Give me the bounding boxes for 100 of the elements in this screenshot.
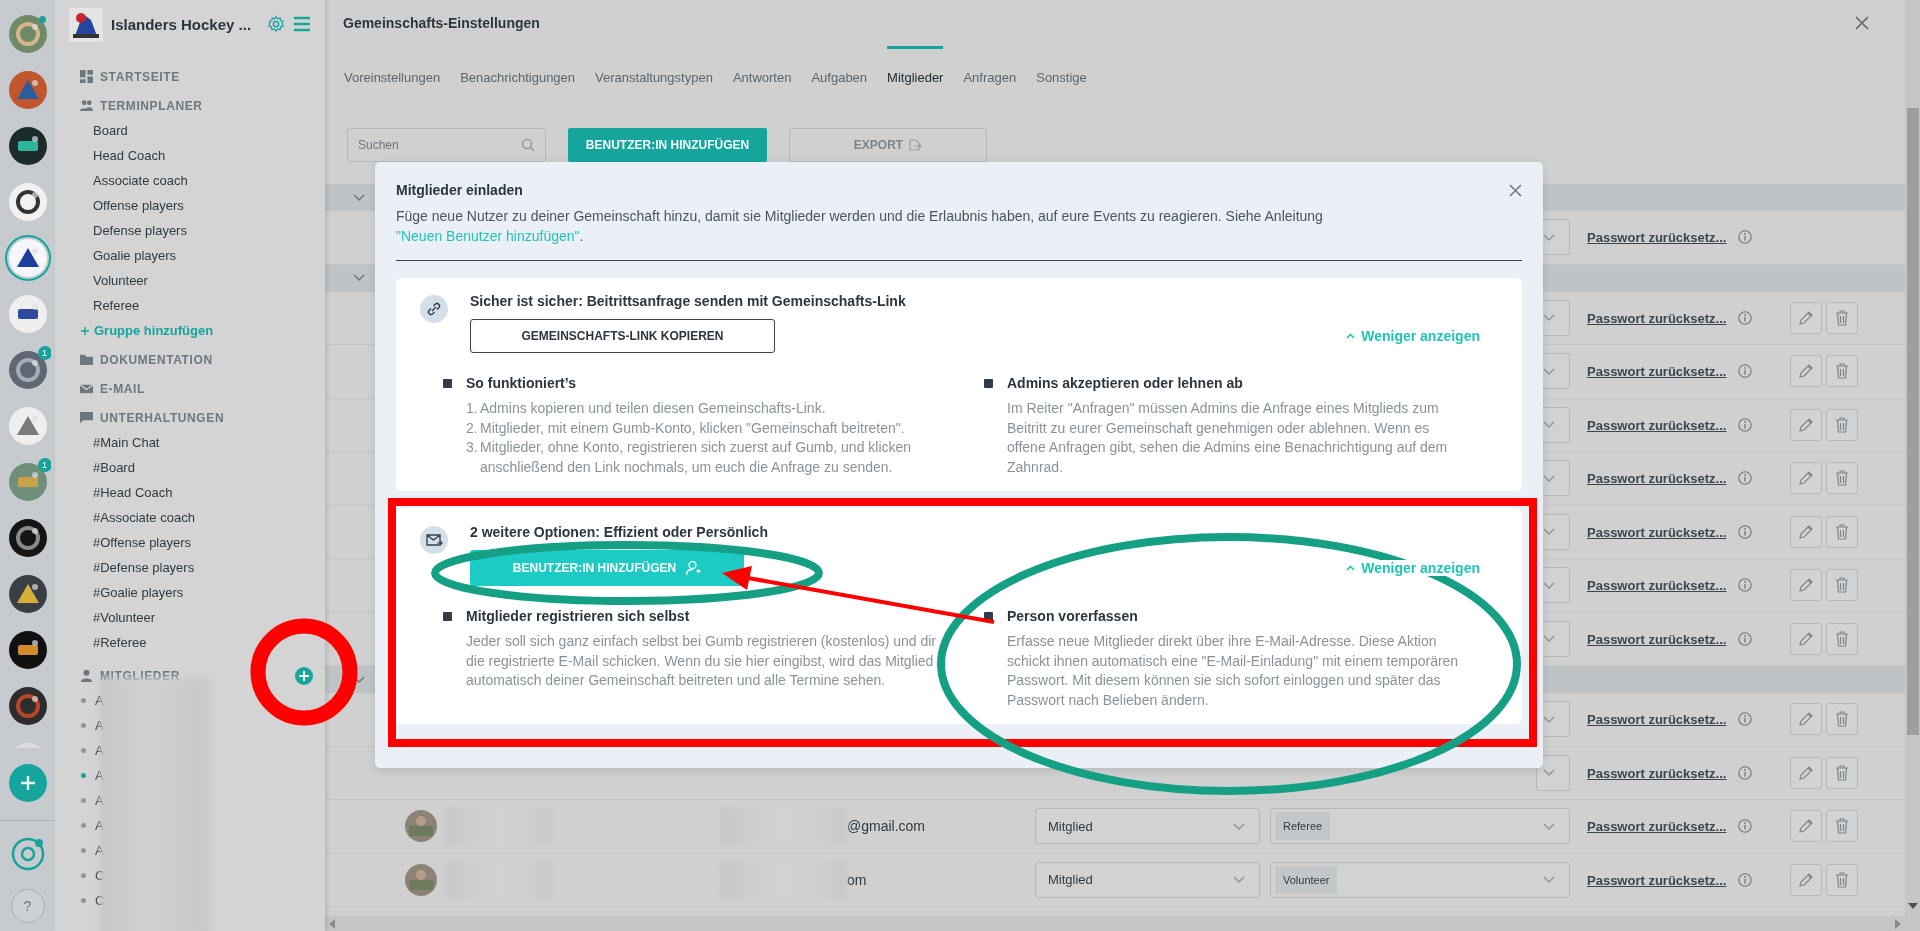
- nav-item[interactable]: Defense players: [55, 218, 325, 243]
- close-icon[interactable]: [1509, 183, 1522, 197]
- reset-password-link[interactable]: Passwort zurücksetz...: [1587, 524, 1727, 540]
- target-icon[interactable]: [9, 836, 46, 872]
- delete-button[interactable]: [1826, 515, 1858, 548]
- nav-item[interactable]: Board: [55, 118, 325, 143]
- info-icon[interactable]: [1738, 364, 1752, 379]
- edit-button[interactable]: [1790, 515, 1822, 548]
- reset-password-link[interactable]: Passwort zurücksetz...: [1587, 230, 1727, 246]
- add-member-button[interactable]: [295, 666, 313, 685]
- chevron-icon[interactable]: [353, 193, 365, 202]
- nav-item[interactable]: Offense players: [55, 193, 325, 218]
- nav-item[interactable]: #Associate coach: [55, 505, 325, 530]
- search-field[interactable]: Suchen: [358, 129, 521, 161]
- delete-button[interactable]: [1826, 569, 1858, 602]
- vertical-scrollbar[interactable]: [1905, 0, 1920, 931]
- reset-password-link[interactable]: Passwort zurücksetz...: [1587, 364, 1727, 380]
- delete-button[interactable]: [1826, 622, 1858, 655]
- delete-button[interactable]: [1826, 408, 1858, 441]
- nav-item[interactable]: #Head Coach: [55, 480, 325, 505]
- edit-button[interactable]: [1790, 355, 1822, 388]
- column-title: Admins akzeptieren oder lehnen ab: [1007, 374, 1244, 393]
- nav-item[interactable]: #Goalie players: [55, 580, 325, 605]
- info-icon[interactable]: [1738, 524, 1752, 539]
- tab[interactable]: Antworten: [732, 46, 792, 94]
- reset-password-link[interactable]: Passwort zurücksetz...: [1587, 872, 1727, 888]
- info-icon[interactable]: [1738, 712, 1752, 727]
- tab[interactable]: Voreinstellungen: [344, 46, 441, 94]
- info-icon[interactable]: [1738, 819, 1752, 834]
- nav-item[interactable]: #Main Chat: [55, 430, 325, 455]
- edit-button[interactable]: [1790, 569, 1822, 602]
- edit-button[interactable]: [1790, 863, 1822, 896]
- delete-button[interactable]: [1826, 301, 1858, 334]
- left-arrow-icon[interactable]: [329, 918, 335, 929]
- menu-icon[interactable]: [293, 16, 311, 32]
- group-select[interactable]: Referee: [1270, 808, 1570, 845]
- edit-button[interactable]: [1790, 622, 1822, 655]
- trash-icon: [1835, 711, 1849, 728]
- member-name[interactable]: C: [95, 868, 105, 883]
- nav-item[interactable]: #Volunteer: [55, 605, 325, 630]
- delete-button[interactable]: [1826, 462, 1858, 495]
- edit-button[interactable]: [1790, 810, 1822, 843]
- reset-password-link[interactable]: Passwort zurücksetz...: [1587, 578, 1727, 594]
- nav-item[interactable]: #Board: [55, 455, 325, 480]
- info-icon[interactable]: [1738, 872, 1752, 887]
- right-arrow-icon[interactable]: [1895, 918, 1901, 929]
- search-box[interactable]: Suchen: [347, 128, 546, 162]
- reset-password-link[interactable]: Passwort zurücksetz...: [1587, 819, 1727, 835]
- delete-button[interactable]: [1826, 810, 1858, 843]
- role-select[interactable]: Mitglied: [1035, 808, 1260, 845]
- nav-item[interactable]: Head Coach: [55, 143, 325, 168]
- edit-button[interactable]: [1790, 756, 1822, 789]
- tab[interactable]: Mitglieder: [887, 46, 944, 94]
- delete-button[interactable]: [1826, 355, 1858, 388]
- reset-password-link[interactable]: Passwort zurücksetz...: [1587, 765, 1727, 781]
- add-community-button[interactable]: [8, 764, 47, 802]
- nav-item[interactable]: #Defense players: [55, 555, 325, 580]
- info-icon[interactable]: [1738, 230, 1752, 245]
- nav-item[interactable]: #Referee: [55, 630, 325, 655]
- reset-password-link[interactable]: Passwort zurücksetz...: [1587, 631, 1727, 647]
- tab[interactable]: Veranstaltungstypen: [595, 46, 713, 94]
- info-icon[interactable]: [1738, 310, 1752, 325]
- settings-icon[interactable]: [267, 15, 285, 33]
- copy-link-button[interactable]: GEMEINSCHAFTS-LINK KOPIEREN: [470, 319, 775, 353]
- role-select[interactable]: Mitglied: [1035, 861, 1260, 898]
- tab[interactable]: Benachrichtigungen: [460, 46, 576, 94]
- tab[interactable]: Anfragen: [963, 46, 1017, 94]
- group-select[interactable]: Volunteer: [1270, 861, 1570, 898]
- reset-password-link[interactable]: Passwort zurücksetz...: [1587, 471, 1727, 487]
- nav-item[interactable]: Referee: [55, 293, 325, 318]
- edit-button[interactable]: [1790, 301, 1822, 334]
- group-select[interactable]: [1536, 754, 1570, 791]
- document-icon: [909, 139, 923, 151]
- edit-button[interactable]: [1790, 462, 1822, 495]
- reset-password-link[interactable]: Passwort zurücksetz...: [1587, 310, 1727, 326]
- chevron-icon[interactable]: [353, 274, 365, 282]
- edit-button[interactable]: [1790, 408, 1822, 441]
- nav-item[interactable]: #Offense players: [55, 530, 325, 555]
- tab[interactable]: Sonstige: [1036, 46, 1087, 94]
- delete-button[interactable]: [1826, 756, 1858, 789]
- reset-password-link[interactable]: Passwort zurücksetz...: [1587, 417, 1727, 433]
- horizontal-scrollbar[interactable]: [325, 916, 1905, 931]
- info-icon[interactable]: [1738, 765, 1752, 780]
- scrollbar-thumb[interactable]: [1906, 108, 1919, 735]
- nav-item[interactable]: Associate coach: [55, 168, 325, 193]
- info-icon[interactable]: [1738, 471, 1752, 486]
- nav-item[interactable]: Goalie players: [55, 243, 325, 268]
- nav-item[interactable]: Volunteer: [55, 268, 325, 293]
- reset-password-link[interactable]: Passwort zurücksetz...: [1587, 712, 1727, 728]
- info-icon[interactable]: [1738, 631, 1752, 646]
- down-arrow-icon[interactable]: [1907, 903, 1918, 909]
- close-icon[interactable]: [1855, 16, 1869, 30]
- tab[interactable]: Aufgaben: [811, 46, 868, 94]
- member-name[interactable]: C: [95, 893, 105, 908]
- info-icon[interactable]: [1738, 417, 1752, 432]
- info-icon[interactable]: [1738, 578, 1752, 593]
- pencil-icon: [1798, 871, 1814, 888]
- edit-button[interactable]: [1790, 703, 1822, 736]
- delete-button[interactable]: [1826, 863, 1858, 896]
- delete-button[interactable]: [1826, 703, 1858, 736]
